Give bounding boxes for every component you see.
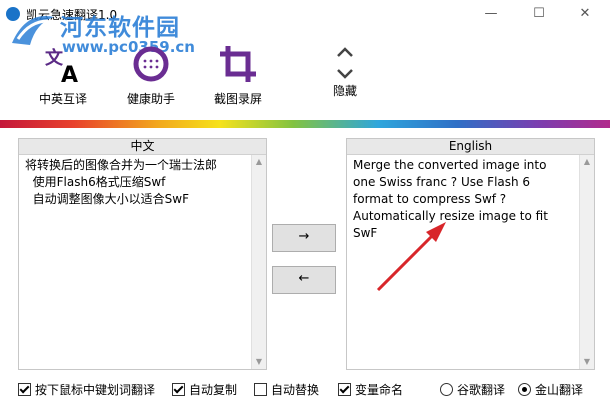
toolbar-translate[interactable]: 文 A 中英互译 — [28, 36, 98, 110]
health-assistant-icon — [133, 46, 169, 82]
toolbar-health-assistant[interactable]: 健康助手 — [116, 36, 186, 110]
auto-copy-checkbox[interactable] — [172, 383, 185, 396]
auto-copy-label: 自动复制 — [189, 383, 238, 397]
scroll-down-icon[interactable]: ▼ — [252, 355, 266, 369]
option-middle-click-translate[interactable]: 按下鼠标中键划词翻译 — [18, 382, 155, 398]
auto-replace-label: 自动替换 — [271, 383, 320, 397]
google-translate-label: 谷歌翻译 — [457, 383, 506, 397]
scroll-up-icon[interactable]: ▲ — [252, 155, 266, 169]
variable-naming-checkbox[interactable] — [338, 383, 351, 396]
scroll-down-icon[interactable]: ▼ — [580, 355, 594, 369]
minimize-button[interactable]: — — [474, 0, 508, 28]
translate-to-chinese-button[interactable]: ← — [272, 266, 336, 294]
toolbar-health-assistant-label: 健康助手 — [126, 92, 175, 106]
option-google-translate[interactable]: 谷歌翻译 — [440, 382, 505, 398]
option-auto-replace[interactable]: 自动替换 — [254, 382, 319, 398]
middle-click-translate-label: 按下鼠标中键划词翻译 — [35, 383, 156, 397]
toolbar-hide[interactable]: 隐藏 — [310, 36, 380, 110]
auto-replace-checkbox[interactable] — [254, 383, 267, 396]
option-variable-naming[interactable]: 变量命名 — [338, 382, 403, 398]
scroll-up-icon[interactable]: ▲ — [580, 155, 594, 169]
target-scrollbar[interactable]: ▲ ▼ — [579, 155, 594, 369]
kingsoft-translate-radio[interactable] — [518, 383, 531, 396]
google-translate-radio[interactable] — [440, 383, 453, 396]
option-auto-copy[interactable]: 自动复制 — [172, 382, 237, 398]
source-panel-header: 中文 — [19, 139, 266, 155]
translate-to-english-button[interactable]: → — [272, 224, 336, 252]
rainbow-divider — [0, 120, 610, 128]
translate-icon: 文 A — [45, 47, 78, 84]
source-scrollbar[interactable]: ▲ ▼ — [251, 155, 266, 369]
close-button[interactable]: ✕ — [568, 0, 602, 28]
toolbar-hide-label: 隐藏 — [332, 84, 357, 98]
variable-naming-label: 变量命名 — [355, 383, 404, 397]
source-panel: 中文 将转换后的图像合并为一个瑞士法郎 使用Flash6格式压缩Swf 自动调整… — [18, 138, 267, 370]
kingsoft-translate-label: 金山翻译 — [535, 383, 584, 397]
option-kingsoft-translate[interactable]: 金山翻译 — [518, 382, 583, 398]
target-panel-header: English — [347, 139, 594, 155]
toolbar-translate-label: 中英互译 — [38, 92, 87, 106]
hide-chevrons-icon — [337, 47, 353, 79]
crop-icon — [220, 46, 256, 82]
toolbar-screenshot-label: 截图录屏 — [213, 92, 262, 106]
svg-text:A: A — [61, 63, 78, 84]
middle-click-translate-checkbox[interactable] — [18, 383, 31, 396]
toolbar-screenshot[interactable]: 截图录屏 — [203, 36, 273, 110]
annotation-arrow-icon — [376, 222, 446, 292]
maximize-button[interactable]: ☐ — [522, 0, 556, 28]
source-text-area[interactable]: 将转换后的图像合并为一个瑞士法郎 使用Flash6格式压缩Swf 自动调整图像大… — [25, 157, 250, 365]
